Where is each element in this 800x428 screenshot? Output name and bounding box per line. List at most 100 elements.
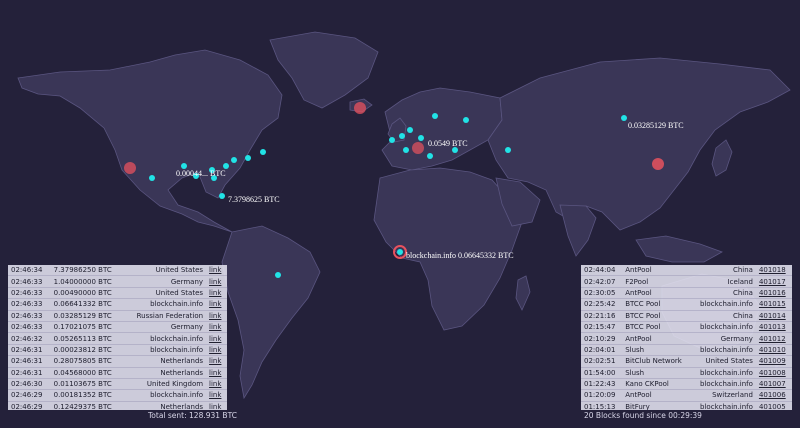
block-time: 02:25:42 xyxy=(581,298,623,311)
transaction-amount: 0.00023812 BTC xyxy=(50,344,124,357)
block-time: 02:10:29 xyxy=(581,332,623,345)
block-height-link[interactable]: 401009 xyxy=(755,355,792,368)
transaction-dot[interactable] xyxy=(407,127,413,133)
block-pool: Slush xyxy=(622,367,692,379)
block-row: 02:04:01 Slush blockchain.info 401010 xyxy=(581,344,792,357)
transaction-time: 02:46:33 xyxy=(8,275,51,288)
transaction-amount: 0.28075805 BTC xyxy=(50,355,124,368)
transaction-link[interactable]: link xyxy=(206,344,227,357)
madagascar xyxy=(515,275,531,311)
transaction-row: 02:46:34 7.37986250 BTC United States link xyxy=(8,265,227,277)
transaction-time: 02:46:33 xyxy=(8,321,51,334)
transaction-dot[interactable] xyxy=(432,113,438,119)
block-row: 02:30:05 AntPool China 401016 xyxy=(581,287,792,300)
transaction-dot[interactable] xyxy=(245,155,251,161)
block-height-link[interactable]: 401016 xyxy=(755,287,792,300)
transaction-amount: 0.01103675 BTC xyxy=(50,378,124,391)
transaction-dot[interactable] xyxy=(231,157,237,163)
transaction-time: 02:46:32 xyxy=(8,332,51,345)
transaction-dot[interactable] xyxy=(418,135,424,141)
transaction-link[interactable]: link xyxy=(206,287,227,300)
transaction-dot[interactable] xyxy=(260,149,266,155)
transaction-dot[interactable] xyxy=(397,249,403,255)
transaction-row: 02:46:33 0.06641332 BTC blockchain.info lin… xyxy=(8,298,227,311)
block-country: blockchain.info xyxy=(691,401,756,410)
transaction-source: Netherlands xyxy=(123,401,207,410)
block-country: blockchain.info xyxy=(691,321,756,334)
block-pool: BTCC Pool xyxy=(622,310,692,322)
transaction-amount: 0.12429375 BTC xyxy=(50,401,124,410)
transaction-dot[interactable] xyxy=(427,153,433,159)
transaction-row: 02:46:32 0.05265113 BTC blockchain.info lin… xyxy=(8,332,227,345)
block-height-link[interactable]: 401005 xyxy=(755,401,792,410)
south-america xyxy=(221,225,321,400)
transaction-source: blockchain.info xyxy=(123,332,207,345)
block-height-link[interactable]: 401012 xyxy=(755,332,792,345)
transaction-dot[interactable] xyxy=(505,147,511,153)
transaction-dot[interactable] xyxy=(463,117,469,123)
block-country: blockchain.info xyxy=(691,378,756,391)
southeast-asia-islands xyxy=(635,235,723,263)
transaction-dot[interactable] xyxy=(149,175,155,181)
transaction-link[interactable]: link xyxy=(206,389,227,402)
block-height-link[interactable]: 401010 xyxy=(755,344,792,357)
transaction-link[interactable]: link xyxy=(206,310,227,322)
transaction-dot[interactable] xyxy=(399,133,405,139)
transaction-amount: 0.00181352 BTC xyxy=(50,389,124,402)
transaction-dot[interactable] xyxy=(389,137,395,143)
block-height-link[interactable]: 401014 xyxy=(755,310,792,322)
transaction-source: United States xyxy=(123,265,207,277)
transaction-time: 02:46:29 xyxy=(8,389,51,402)
transaction-dot[interactable] xyxy=(219,193,225,199)
transaction-link[interactable]: link xyxy=(206,298,227,311)
transaction-link[interactable]: link xyxy=(206,367,227,379)
block-row: 02:25:42 BTCC Pool blockchain.info 401015 xyxy=(581,298,792,311)
blocks-found-label: 20 Blocks found since 00:29:39 xyxy=(584,411,702,420)
transaction-source: United Kingdom xyxy=(123,378,207,391)
transaction-amount: 0.04568000 BTC xyxy=(50,367,124,379)
blocks-table: 02:44:04 AntPool China 401018 02:42:07 F2Pool… xyxy=(581,265,792,410)
map-tx-label: 0.0549 BTC xyxy=(428,139,468,148)
map-tx-label: 0.00044... BTC xyxy=(176,169,226,178)
block-country: China xyxy=(691,310,756,322)
block-dot[interactable] xyxy=(354,102,366,114)
transaction-link[interactable]: link xyxy=(206,275,227,288)
transaction-row: 02:46:29 0.00181352 BTC blockchain.info lin… xyxy=(8,389,227,402)
block-height-link[interactable]: 401017 xyxy=(755,275,792,288)
block-height-link[interactable]: 401015 xyxy=(755,298,792,311)
transaction-dot[interactable] xyxy=(275,272,281,278)
transaction-link[interactable]: link xyxy=(206,378,227,391)
transaction-dot[interactable] xyxy=(621,115,627,121)
transaction-link[interactable]: link xyxy=(206,401,227,410)
block-dot[interactable] xyxy=(652,158,664,170)
transaction-link[interactable]: link xyxy=(206,321,227,334)
block-height-link[interactable]: 401018 xyxy=(755,265,792,277)
transaction-time: 02:46:33 xyxy=(8,298,51,311)
transaction-dot[interactable] xyxy=(403,147,409,153)
transaction-row: 02:46:31 0.00023812 BTC blockchain.info lin… xyxy=(8,344,227,357)
block-height-link[interactable]: 401008 xyxy=(755,367,792,379)
block-height-link[interactable]: 401007 xyxy=(755,378,792,391)
block-height-link[interactable]: 401013 xyxy=(755,321,792,334)
block-dot[interactable] xyxy=(124,162,136,174)
total-sent-label: Total sent: 128.931 BTC xyxy=(148,411,237,420)
transaction-row: 02:46:33 1.04000000 BTC Germany link xyxy=(8,275,227,288)
block-row: 01:15:13 BitFury blockchain.info 401005 xyxy=(581,401,792,410)
block-time: 02:21:16 xyxy=(581,310,623,322)
transaction-link[interactable]: link xyxy=(206,265,227,277)
block-country: China xyxy=(691,287,756,300)
block-row: 01:22:43 Kano CKPool blockchain.info 401007 xyxy=(581,378,792,391)
transaction-time: 02:46:33 xyxy=(8,287,51,300)
block-row: 02:21:16 BTCC Pool China 401014 xyxy=(581,310,792,322)
blocks-panel: 02:44:04 AntPool China 401018 02:42:07 F2Pool… xyxy=(581,265,792,410)
block-time: 01:54:00 xyxy=(581,367,623,379)
block-time: 02:42:07 xyxy=(581,275,623,288)
block-row: 02:44:04 AntPool China 401018 xyxy=(581,265,792,277)
transaction-link[interactable]: link xyxy=(206,355,227,368)
block-dot[interactable] xyxy=(412,142,424,154)
map-tx-label: 0.03285129 BTC xyxy=(628,121,684,130)
block-country: Iceland xyxy=(691,275,756,288)
transaction-link[interactable]: link xyxy=(206,332,227,345)
transaction-source: Russian Federation xyxy=(123,310,207,322)
block-height-link[interactable]: 401006 xyxy=(755,389,792,402)
